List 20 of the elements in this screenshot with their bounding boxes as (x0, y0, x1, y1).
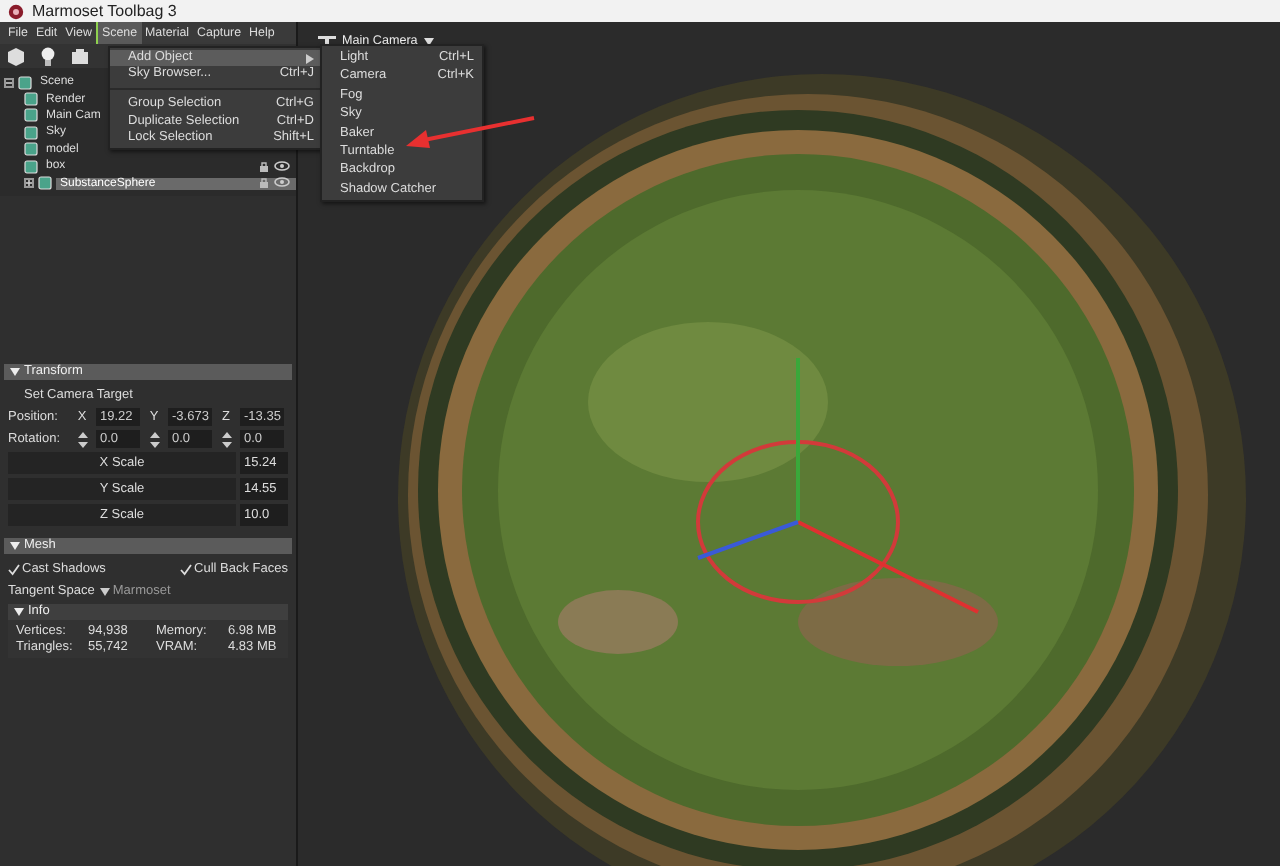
collapse-arrow-icon[interactable] (14, 608, 24, 616)
spinner-icon[interactable] (221, 431, 231, 447)
app-logo-icon (8, 3, 24, 19)
caret-icon (100, 587, 111, 595)
annotation-arrow (406, 116, 535, 148)
light-bulb-icon[interactable] (38, 46, 58, 66)
check-icon (180, 563, 193, 575)
collapse-toggle[interactable] (4, 77, 14, 88)
lock-icon[interactable] (258, 176, 270, 191)
lock-icon[interactable] (258, 159, 270, 174)
check-icon (8, 563, 20, 575)
eye-icon[interactable] (274, 176, 290, 189)
window-title: Marmoset Toolbag 3 (32, 2, 177, 20)
submenu-arrow-icon (306, 53, 314, 64)
expand-toggle[interactable] (24, 178, 34, 189)
spinner-icon[interactable] (149, 431, 159, 447)
spinner-icon[interactable] (77, 431, 87, 447)
collapse-arrow-icon[interactable] (10, 368, 20, 376)
collapse-arrow-icon[interactable] (10, 542, 20, 550)
eye-icon[interactable] (274, 159, 290, 172)
